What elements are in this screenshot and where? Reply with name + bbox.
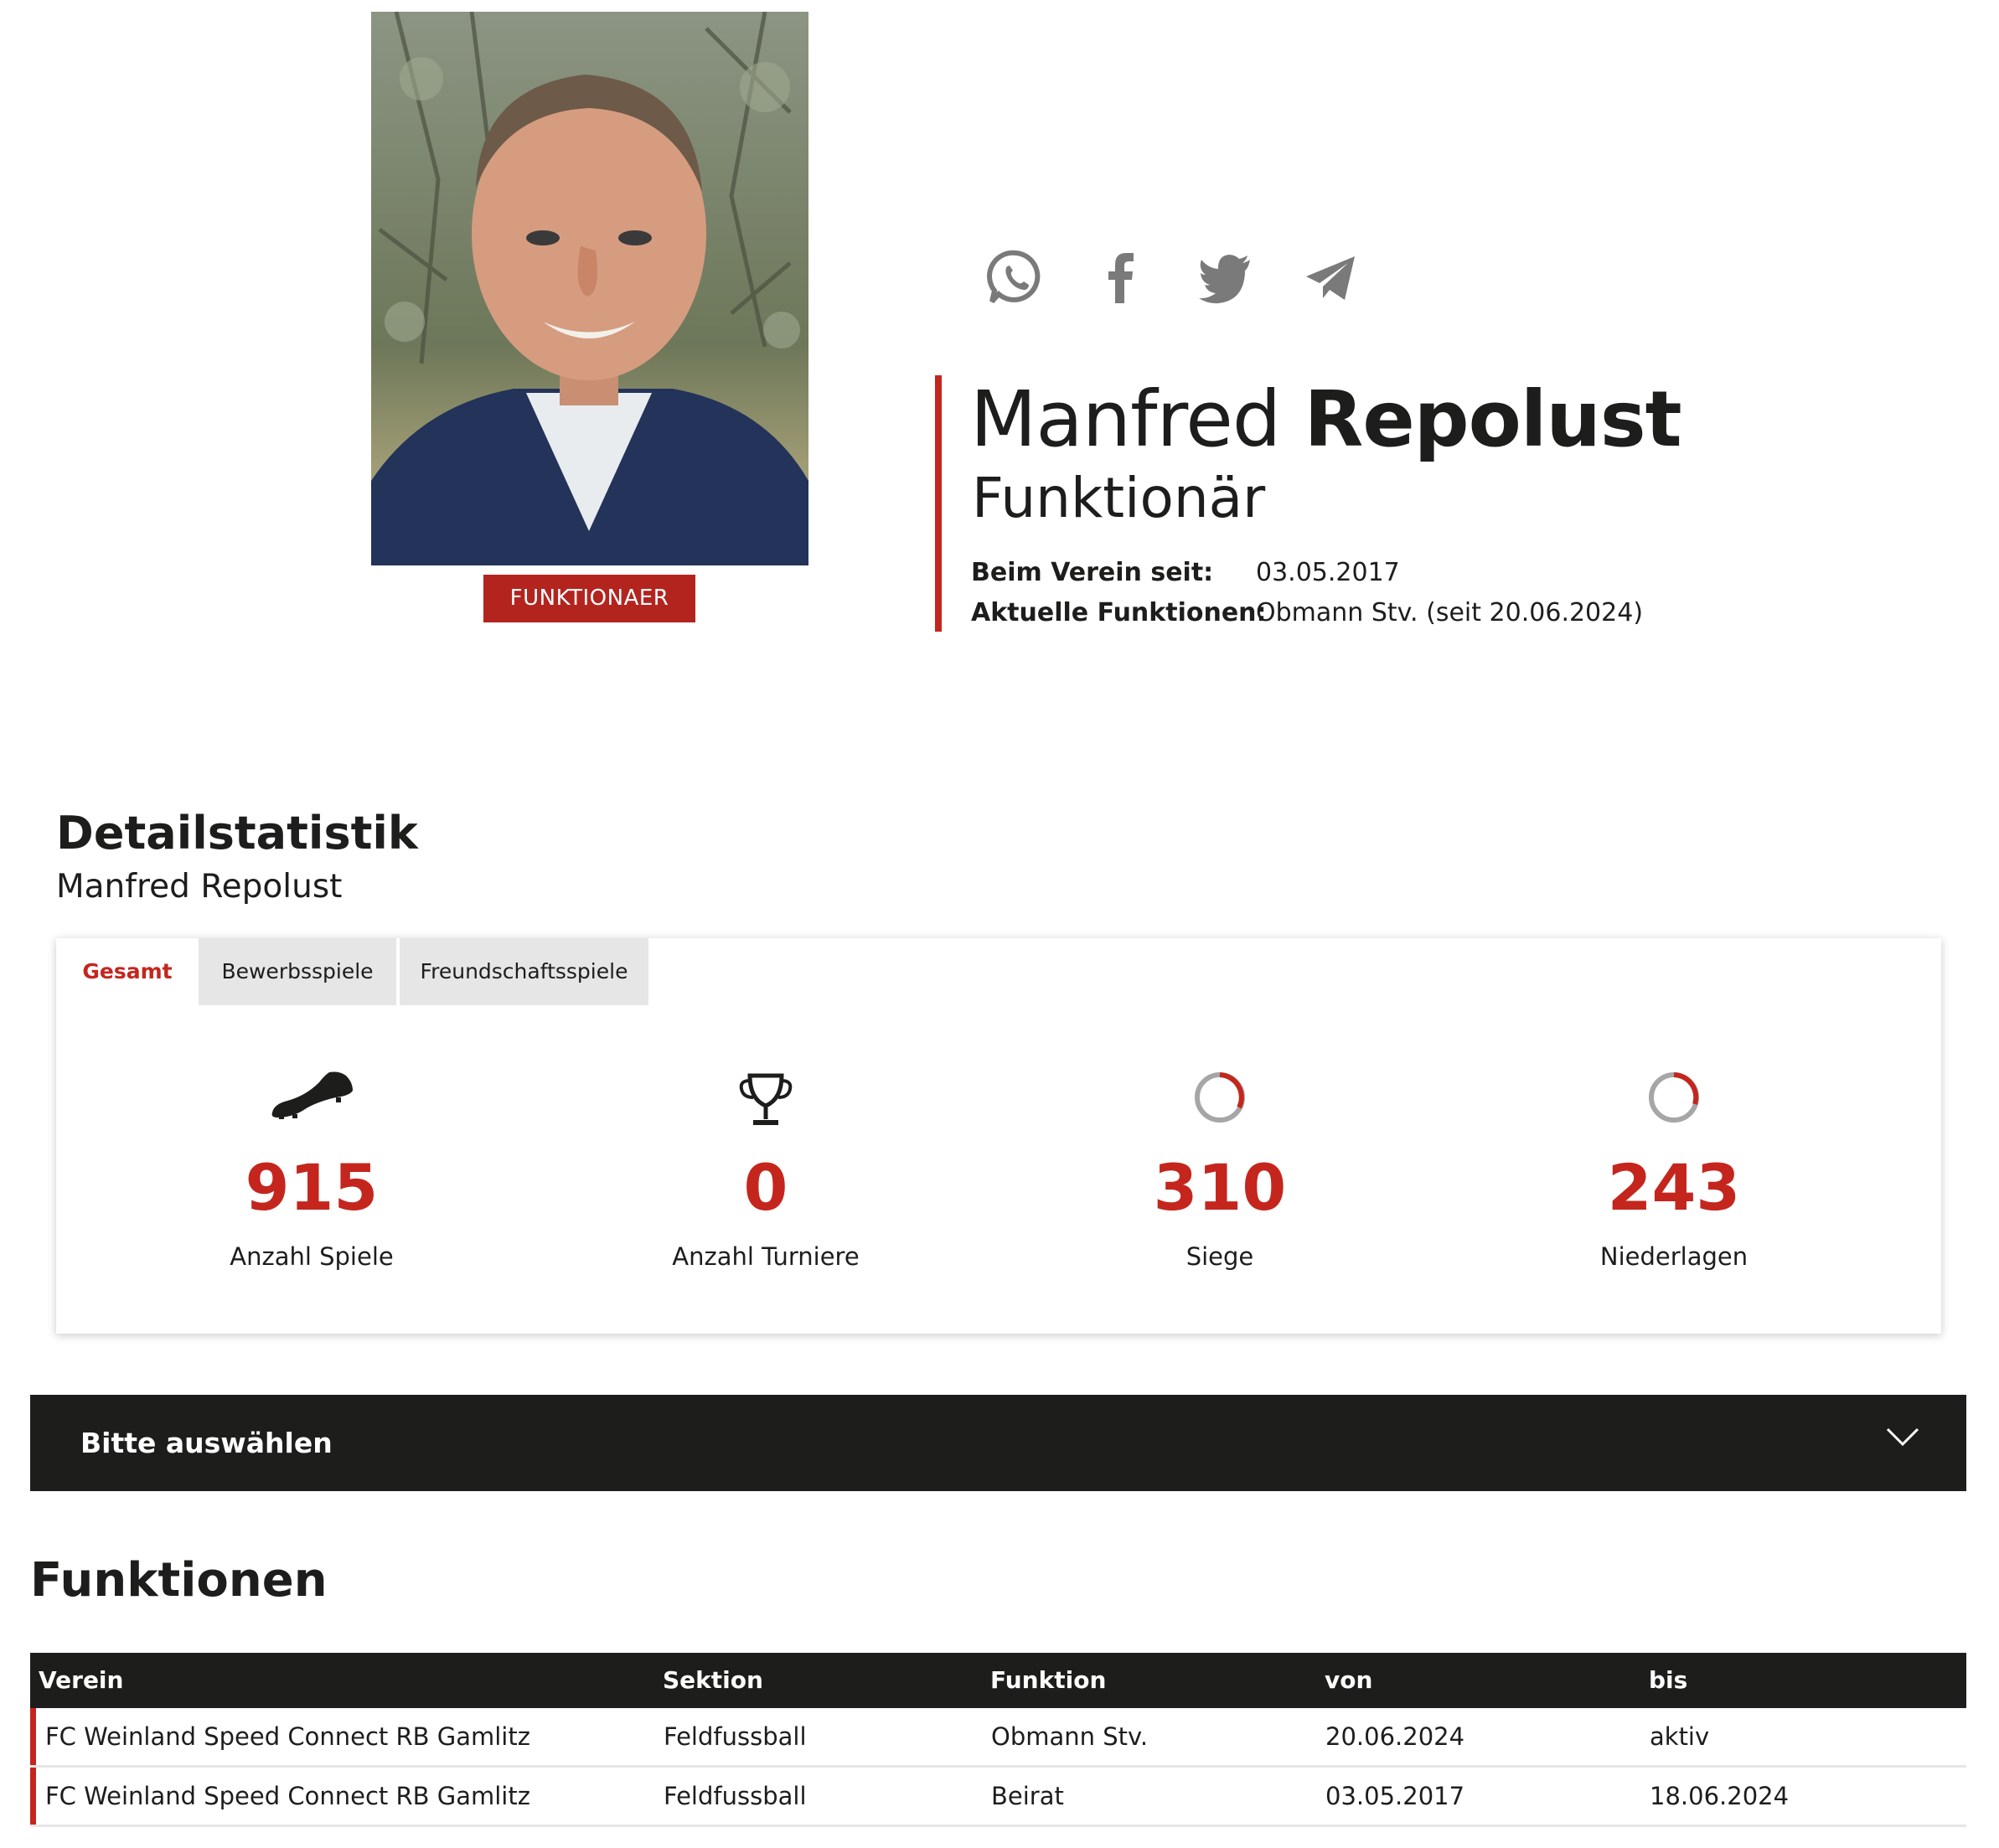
- stat-wins: 310 Siege: [994, 938, 1446, 1334]
- stat-games-value: 915: [245, 1150, 379, 1225]
- col-verein: Verein: [39, 1666, 124, 1694]
- cell-sektion: Feldfussball: [664, 1722, 807, 1751]
- facebook-icon[interactable]: [1092, 248, 1150, 307]
- twitter-icon[interactable]: [1196, 248, 1255, 307]
- stat-games-label: Anzahl Spiele: [230, 1242, 394, 1271]
- cell-von: 20.06.2024: [1325, 1722, 1465, 1751]
- stat-tournaments-label: Anzahl Turniere: [672, 1242, 860, 1271]
- row-marker: [30, 1768, 36, 1825]
- cell-sektion: Feldfussball: [664, 1782, 807, 1810]
- table-row: FC Weinland Speed Connect RB Gamlitz Fel…: [30, 1708, 1966, 1768]
- info-label-functions: Aktuelle Funktionen:: [971, 598, 1267, 627]
- season-select-label: Bitte auswählen: [80, 1427, 333, 1459]
- stat-wins-value: 310: [1153, 1150, 1287, 1225]
- stat-losses: 243 Niederlagen: [1448, 938, 1900, 1334]
- col-funktion: Funktion: [990, 1666, 1107, 1694]
- trophy-icon: [738, 1072, 793, 1129]
- col-von: von: [1325, 1666, 1373, 1694]
- row-marker: [30, 1708, 36, 1765]
- cell-von: 03.05.2017: [1325, 1782, 1465, 1810]
- football-boot-icon: [269, 1067, 354, 1123]
- stat-games: 915 Anzahl Spiele: [85, 938, 538, 1334]
- header-accent-bar: [935, 375, 942, 632]
- whatsapp-icon[interactable]: [987, 248, 1046, 307]
- first-name: Manfred: [970, 374, 1281, 464]
- stats-card: Gesamt Bewerbsspiele Freundschaftsspiele…: [56, 938, 1941, 1334]
- cell-funktion: Beirat: [991, 1782, 1064, 1810]
- cell-verein: FC Weinland Speed Connect RB Gamlitz: [45, 1722, 530, 1751]
- stat-losses-value: 243: [1607, 1150, 1741, 1225]
- profile-photo: [371, 12, 808, 565]
- functions-table-header: Verein Sektion Funktion von bis: [30, 1653, 1966, 1708]
- stat-tournaments-value: 0: [743, 1150, 788, 1225]
- info-value-functions: Obmann Stv. (seit 20.06.2024): [1256, 598, 1644, 627]
- col-sektion: Sektion: [663, 1666, 763, 1694]
- cell-bis: aktiv: [1650, 1722, 1710, 1751]
- wins-ring-icon: [1193, 1071, 1247, 1128]
- stat-losses-label: Niederlagen: [1599, 1242, 1748, 1271]
- cell-verein: FC Weinland Speed Connect RB Gamlitz: [45, 1782, 530, 1810]
- losses-ring-icon: [1647, 1071, 1701, 1128]
- cell-bis: 18.06.2024: [1650, 1782, 1790, 1810]
- info-value-since: 03.05.2017: [1256, 558, 1400, 587]
- season-select[interactable]: Bitte auswählen: [30, 1395, 1966, 1491]
- functions-title: Funktionen: [30, 1553, 328, 1608]
- col-bis: bis: [1649, 1666, 1688, 1694]
- last-name: Repolust: [1304, 374, 1682, 464]
- cell-funktion: Obmann Stv.: [991, 1722, 1149, 1751]
- detail-subtitle: Manfred Repolust: [56, 868, 343, 906]
- person-name: Manfred Repolust: [970, 374, 1682, 466]
- role-badge: FUNKTIONAER: [483, 575, 695, 622]
- table-row: FC Weinland Speed Connect RB Gamlitz Fel…: [30, 1768, 1966, 1827]
- telegram-icon[interactable]: [1301, 248, 1360, 307]
- stat-tournaments: 0 Anzahl Turniere: [540, 938, 992, 1334]
- stat-wins-label: Siege: [1185, 1242, 1254, 1271]
- info-label-since: Beim Verein seit:: [971, 558, 1214, 587]
- chevron-down-icon: [1886, 1427, 1919, 1450]
- person-role: Funktionär: [972, 466, 1266, 530]
- detail-title: Detailstatistik: [56, 807, 418, 859]
